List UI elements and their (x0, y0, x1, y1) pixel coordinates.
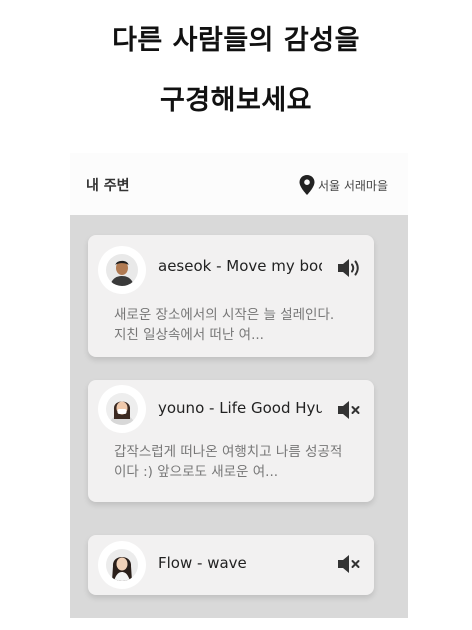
post-card[interactable]: Flow - wave (88, 535, 374, 595)
user-avatar-image (106, 254, 138, 286)
location-selector[interactable]: 서울 서래마을 (299, 175, 388, 195)
post-description: 새로운 장소에서의 시작은 늘 설레인다. 지친 일상속에서 떠난 여... (114, 307, 335, 343)
post-card[interactable]: youno - Life Good Hyun 갑작스럽게 떠나온 여행치고 나름… (88, 380, 374, 502)
speaker-on-icon[interactable] (336, 257, 362, 279)
map-pin-icon (299, 175, 315, 195)
avatar (98, 541, 146, 589)
avatar (98, 385, 146, 433)
speaker-muted-icon[interactable] (336, 399, 362, 421)
track-title: youno - Life Good Hyun (158, 399, 322, 417)
app-screen: 내 주변 서울 서래마을 aeseok - Move my body 새로운 장… (70, 153, 408, 618)
user-avatar-image (106, 393, 138, 425)
user-avatar-image (106, 549, 138, 581)
post-card[interactable]: aeseok - Move my body 새로운 장소에서의 시작은 늘 설레… (88, 235, 374, 357)
feed-list[interactable]: aeseok - Move my body 새로운 장소에서의 시작은 늘 설레… (70, 215, 408, 618)
page-title: 내 주변 (86, 178, 130, 194)
speaker-muted-icon[interactable] (336, 553, 362, 575)
top-bar: 내 주변 서울 서래마을 (70, 153, 408, 215)
avatar (98, 246, 146, 294)
headline-line-2: 구경해보세요 (159, 85, 313, 116)
track-title: Flow - wave (158, 554, 247, 572)
post-description: 갑작스럽게 떠나온 여행치고 나름 성공적이다 :) 앞으로도 새로운 여... (114, 444, 343, 480)
track-title: aeseok - Move my body (158, 257, 322, 275)
location-label: 서울 서래마을 (317, 178, 388, 193)
headline-line-1: 다른 사람들의 감성을 (112, 25, 360, 56)
